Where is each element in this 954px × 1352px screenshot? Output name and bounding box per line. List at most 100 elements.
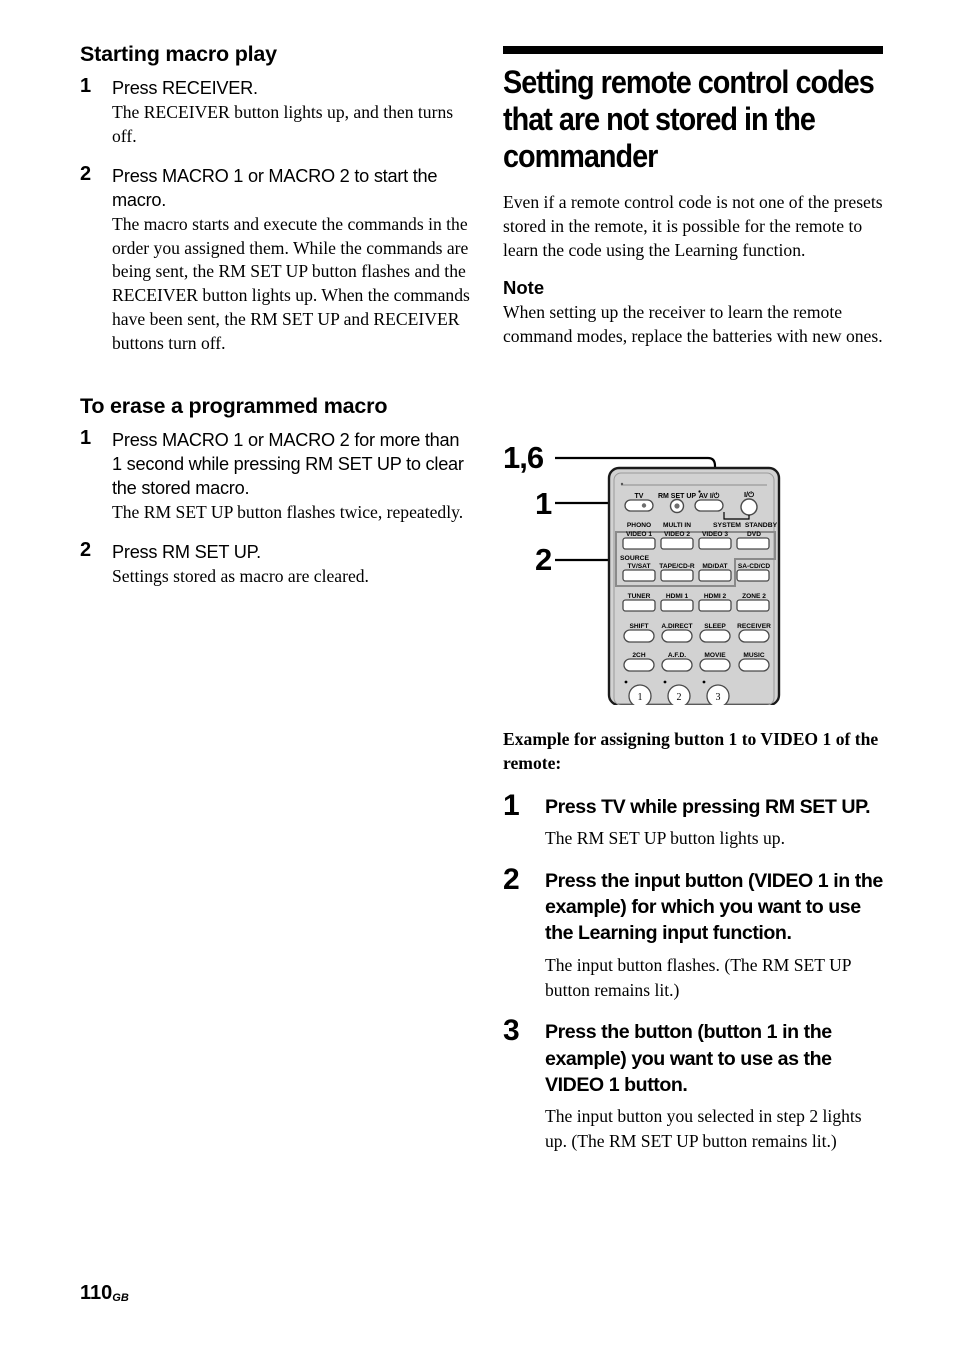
remote-button-video-2[interactable] [660,537,694,550]
remote-label-sleep: SLEEP [704,623,726,630]
step-body: The RM SET UP button lights up. [545,827,785,848]
remote-label-numeric-2: 2 [677,692,682,703]
remote-label-video-1: VIDEO 1 [626,531,652,538]
remote-label-tuner: TUNER [628,593,651,600]
remote-label-md-dat: MD/DAT [702,563,727,570]
step-title: Press TV while pressing RM SET UP. [545,795,871,818]
step-item: 1 Press MACRO 1 or MACRO 2 for more than… [80,426,470,525]
step-title: Press MACRO 1 or MACRO 2 for more than 1… [112,429,464,498]
step-item: 2 Press the input button (VIDEO 1 in the… [503,863,883,1003]
step-body: The RECEIVER button lights up, and then … [112,101,454,146]
step-title: Press the button (button 1 in the exampl… [545,1021,832,1096]
remote-label-standby: STANDBY [745,522,778,529]
remote-label-tv: TV [635,493,644,500]
remote-label-phono: PHONO [627,522,651,529]
remote-button-tv[interactable] [624,499,654,512]
remote-label-tv-sat: TV/SAT [628,563,651,570]
remote-label-dvd: DVD [747,531,761,538]
step-body: The macro starts and execute the command… [112,213,470,354]
step-title: Press RM SET UP. [112,541,261,562]
remote-label-numeric-1: 1 [638,692,643,703]
remote-numeric-2-dot-icon [663,680,667,684]
step-number: 2 [503,862,520,896]
step-number: 1 [80,426,92,449]
manual-page: Starting macro play 1 Press RECEIVER. Th… [0,0,954,1352]
remote-button-tuner[interactable] [622,599,656,612]
remote-button-zone-2[interactable] [736,599,770,612]
page-region-code: GB [112,1292,129,1304]
remote-control-figure: 1,6 1 2 TV RM SET UP AV I/⏻ I/⏻ PHONO MU… [503,440,893,705]
remote-label-zone-2: ZONE 2 [742,593,766,600]
step-item: 1 Press RECEIVER. The RECEIVER button li… [80,74,470,149]
step-item: 2 Press MACRO 1 or MACRO 2 to start the … [80,162,470,357]
remote-label-movie: MOVIE [704,652,726,659]
remote-label-sa-cd-cd: SA-CD/CD [738,563,770,570]
example-heading: Example for assigning button 1 to VIDEO … [503,729,879,773]
remote-label-hdmi-1: HDMI 1 [666,593,689,600]
remote-button-rm-set-up-indicator [674,503,680,509]
intro-paragraph: Even if a remote control code is not one… [503,192,883,261]
remote-button-dvd[interactable] [736,537,770,550]
remote-label-main-power: I/⏻ [744,490,755,499]
remote-button-tape-cd-r[interactable] [660,569,694,582]
remote-label-afd: A.F.D. [668,652,686,659]
remote-button-hdmi-2[interactable] [698,599,732,612]
remote-diagram: TV RM SET UP AV I/⏻ I/⏻ PHONO MULTI IN S… [555,456,781,705]
step-item: 3 Press the button (button 1 in the exam… [503,1014,883,1154]
step-title: Press the input button (VIDEO 1 in the e… [545,869,883,945]
remote-button-tv-sat[interactable] [622,569,656,582]
right-column-lower: Example for assigning button 1 to VIDEO … [503,728,883,1171]
remote-button-2ch[interactable] [623,658,655,672]
remote-button-receiver[interactable] [738,629,770,643]
remote-label-music: MUSIC [743,652,764,659]
remote-button-music[interactable] [738,658,770,672]
step-number: 1 [80,74,92,97]
remote-button-movie[interactable] [699,658,731,672]
remote-top-dot [620,482,624,486]
step-number: 3 [503,1014,520,1048]
remote-label-shift: SHIFT [629,623,648,630]
step-item: 1 Press TV while pressing RM SET UP. The… [503,789,883,851]
page-footer: 110GB [80,1282,129,1305]
remote-label-tape-cd-r: TAPE/CD-R [659,563,695,570]
remote-label-2ch: 2CH [632,652,645,659]
note-body: When setting up the receiver to learn th… [503,302,883,347]
remote-button-video-1[interactable] [622,537,656,550]
page-number: 110 [80,1282,113,1304]
step-number: 1 [503,788,520,822]
remote-label-receiver: RECEIVER [737,623,771,630]
remote-button-sa-cd-cd[interactable] [736,569,770,582]
right-column: Setting remote control codes that are no… [503,46,883,363]
remote-label-a-direct: A.DIRECT [661,623,692,630]
remote-label-hdmi-2: HDMI 2 [704,593,727,600]
remote-numeric-1-dot-icon [624,680,628,684]
remote-numeric-3-dot-icon [702,680,706,684]
section-heading-to-erase-a-programmed-macro: To erase a programmed macro [80,394,388,419]
step-title: Press RECEIVER. [112,77,258,98]
remote-label-source: SOURCE [620,555,650,562]
remote-button-afd[interactable] [661,658,693,672]
step-body: The RM SET UP button flashes twice, repe… [112,501,464,522]
remote-button-main-power[interactable] [740,498,758,516]
remote-button-shift[interactable] [623,629,655,643]
remote-label-av-power: AV I/⏻ [699,492,720,500]
remote-button-a-direct[interactable] [661,629,693,643]
left-column: Starting macro play 1 Press RECEIVER. Th… [80,42,470,604]
remote-button-sleep[interactable] [699,629,731,643]
step-body: The input button flashes. (The RM SET UP… [545,954,851,1000]
remote-button-hdmi-1[interactable] [660,599,694,612]
remote-label-video-2: VIDEO 2 [664,531,690,538]
remote-button-av-power[interactable] [694,499,724,512]
heading-rule [503,46,883,54]
remote-button-video-3[interactable] [698,537,732,550]
step-title: Press MACRO 1 or MACRO 2 to start the ma… [112,165,438,210]
remote-label-numeric-3: 3 [716,692,721,703]
remote-av-dot-icon [698,490,701,493]
page-title: Setting remote control codes that are no… [503,64,875,175]
step-body: Settings stored as macro are cleared. [112,565,369,586]
step-item: 2 Press RM SET UP. Settings stored as ma… [80,539,470,589]
remote-button-tv-indicator [641,503,647,508]
remote-button-md-dat[interactable] [698,569,732,582]
remote-label-video-3: VIDEO 3 [702,531,728,538]
step-number: 2 [80,162,92,185]
